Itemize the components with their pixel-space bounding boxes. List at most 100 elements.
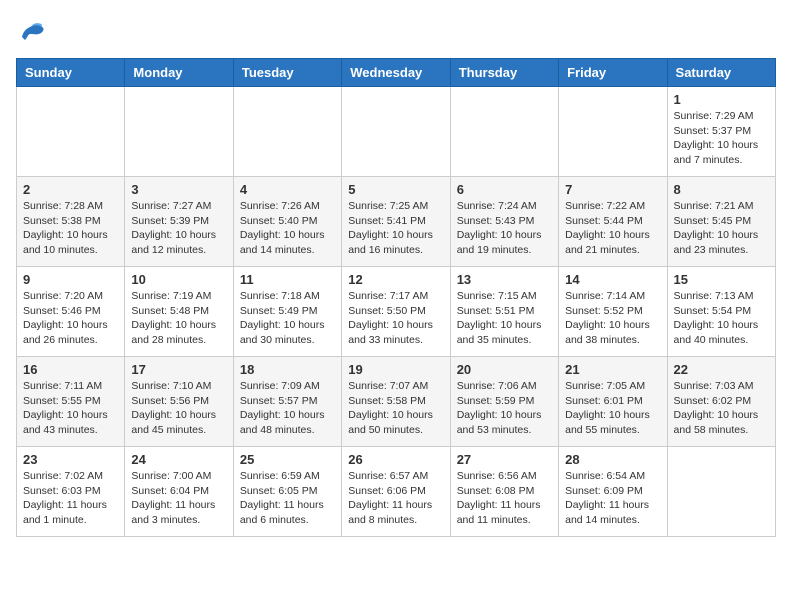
day-number: 13 <box>457 272 552 287</box>
day-cell <box>559 87 667 177</box>
day-info: Sunrise: 7:06 AM Sunset: 5:59 PM Dayligh… <box>457 379 552 438</box>
day-info: Sunrise: 6:59 AM Sunset: 6:05 PM Dayligh… <box>240 469 335 528</box>
day-info: Sunrise: 7:29 AM Sunset: 5:37 PM Dayligh… <box>674 109 769 168</box>
day-cell: 9 Sunrise: 7:20 AM Sunset: 5:46 PM Daylig… <box>17 267 125 357</box>
day-cell: 25Sunrise: 6:59 AM Sunset: 6:05 PM Dayli… <box>233 447 341 537</box>
day-number: 12 <box>348 272 443 287</box>
day-info: Sunrise: 6:54 AM Sunset: 6:09 PM Dayligh… <box>565 469 660 528</box>
day-info: Sunrise: 7:26 AM Sunset: 5:40 PM Dayligh… <box>240 199 335 258</box>
day-cell: 23 Sunrise: 7:02 AM Sunset: 6:03 PM Dayli… <box>17 447 125 537</box>
day-number: 23 <box>23 452 118 467</box>
day-info: Sunrise: 7:21 AM Sunset: 5:45 PM Dayligh… <box>674 199 769 258</box>
day-cell: 8 Sunrise: 7:21 AM Sunset: 5:45 PM Daylig… <box>667 177 775 267</box>
day-info: Sunrise: 7:07 AM Sunset: 5:58 PM Dayligh… <box>348 379 443 438</box>
calendar-table: SundayMondayTuesdayWednesdayThursdayFrid… <box>16 58 776 537</box>
day-cell <box>125 87 233 177</box>
day-info: Sunrise: 7:02 AM Sunset: 6:03 PM Dayligh… <box>23 469 118 528</box>
week-row-5: 23 Sunrise: 7:02 AM Sunset: 6:03 PM Dayli… <box>17 447 776 537</box>
day-cell: 5 Sunrise: 7:25 AM Sunset: 5:41 PM Daylig… <box>342 177 450 267</box>
day-number: 16 <box>23 362 118 377</box>
day-cell: 10 Sunrise: 7:19 AM Sunset: 5:48 PM Dayli… <box>125 267 233 357</box>
day-number: 14 <box>565 272 660 287</box>
day-number: 18 <box>240 362 335 377</box>
day-info: Sunrise: 7:05 AM Sunset: 6:01 PM Dayligh… <box>565 379 660 438</box>
week-row-2: 2 Sunrise: 7:28 AM Sunset: 5:38 PM Daylig… <box>17 177 776 267</box>
day-info: Sunrise: 7:20 AM Sunset: 5:46 PM Dayligh… <box>23 289 118 348</box>
day-cell: 22Sunrise: 7:03 AM Sunset: 6:02 PM Dayli… <box>667 357 775 447</box>
calendar-header-row: SundayMondayTuesdayWednesdayThursdayFrid… <box>17 59 776 87</box>
day-info: Sunrise: 7:10 AM Sunset: 5:56 PM Dayligh… <box>131 379 226 438</box>
day-cell: 1 Sunrise: 7:29 AM Sunset: 5:37 PM Daylig… <box>667 87 775 177</box>
day-info: Sunrise: 7:14 AM Sunset: 5:52 PM Dayligh… <box>565 289 660 348</box>
header-thursday: Thursday <box>450 59 558 87</box>
day-cell <box>667 447 775 537</box>
day-cell: 12 Sunrise: 7:17 AM Sunset: 5:50 PM Dayli… <box>342 267 450 357</box>
header-monday: Monday <box>125 59 233 87</box>
day-info: Sunrise: 7:22 AM Sunset: 5:44 PM Dayligh… <box>565 199 660 258</box>
day-cell: 24 Sunrise: 7:00 AM Sunset: 6:04 PM Dayli… <box>125 447 233 537</box>
day-number: 17 <box>131 362 226 377</box>
day-cell: 18Sunrise: 7:09 AM Sunset: 5:57 PM Dayli… <box>233 357 341 447</box>
day-info: Sunrise: 6:57 AM Sunset: 6:06 PM Dayligh… <box>348 469 443 528</box>
day-cell <box>17 87 125 177</box>
day-info: Sunrise: 6:56 AM Sunset: 6:08 PM Dayligh… <box>457 469 552 528</box>
day-cell: 15 Sunrise: 7:13 AM Sunset: 5:54 PM Dayli… <box>667 267 775 357</box>
logo <box>16 16 50 46</box>
day-info: Sunrise: 7:15 AM Sunset: 5:51 PM Dayligh… <box>457 289 552 348</box>
logo-icon <box>16 16 46 46</box>
day-cell: 21 Sunrise: 7:05 AM Sunset: 6:01 PM Dayli… <box>559 357 667 447</box>
day-cell: 16 Sunrise: 7:11 AM Sunset: 5:55 PM Dayli… <box>17 357 125 447</box>
day-info: Sunrise: 7:19 AM Sunset: 5:48 PM Dayligh… <box>131 289 226 348</box>
day-number: 6 <box>457 182 552 197</box>
day-info: Sunrise: 7:11 AM Sunset: 5:55 PM Dayligh… <box>23 379 118 438</box>
day-cell: 11 Sunrise: 7:18 AM Sunset: 5:49 PM Dayli… <box>233 267 341 357</box>
day-info: Sunrise: 7:24 AM Sunset: 5:43 PM Dayligh… <box>457 199 552 258</box>
day-number: 8 <box>674 182 769 197</box>
day-cell: 20 Sunrise: 7:06 AM Sunset: 5:59 PM Dayli… <box>450 357 558 447</box>
day-number: 26 <box>348 452 443 467</box>
day-info: Sunrise: 7:27 AM Sunset: 5:39 PM Dayligh… <box>131 199 226 258</box>
day-cell <box>450 87 558 177</box>
day-number: 21 <box>565 362 660 377</box>
day-cell: 14 Sunrise: 7:14 AM Sunset: 5:52 PM Dayli… <box>559 267 667 357</box>
day-number: 28 <box>565 452 660 467</box>
day-number: 7 <box>565 182 660 197</box>
day-number: 11 <box>240 272 335 287</box>
day-cell: 3Sunrise: 7:27 AM Sunset: 5:39 PM Daylig… <box>125 177 233 267</box>
week-row-3: 9 Sunrise: 7:20 AM Sunset: 5:46 PM Daylig… <box>17 267 776 357</box>
header-wednesday: Wednesday <box>342 59 450 87</box>
day-number: 5 <box>348 182 443 197</box>
day-cell: 27 Sunrise: 6:56 AM Sunset: 6:08 PM Dayli… <box>450 447 558 537</box>
day-number: 9 <box>23 272 118 287</box>
day-info: Sunrise: 7:00 AM Sunset: 6:04 PM Dayligh… <box>131 469 226 528</box>
day-number: 27 <box>457 452 552 467</box>
day-cell: 6 Sunrise: 7:24 AM Sunset: 5:43 PM Daylig… <box>450 177 558 267</box>
day-info: Sunrise: 7:17 AM Sunset: 5:50 PM Dayligh… <box>348 289 443 348</box>
day-number: 20 <box>457 362 552 377</box>
header-saturday: Saturday <box>667 59 775 87</box>
header-sunday: Sunday <box>17 59 125 87</box>
day-number: 24 <box>131 452 226 467</box>
day-cell: 26 Sunrise: 6:57 AM Sunset: 6:06 PM Dayli… <box>342 447 450 537</box>
header-tuesday: Tuesday <box>233 59 341 87</box>
day-info: Sunrise: 7:18 AM Sunset: 5:49 PM Dayligh… <box>240 289 335 348</box>
page-header <box>16 16 776 46</box>
day-cell: 4Sunrise: 7:26 AM Sunset: 5:40 PM Daylig… <box>233 177 341 267</box>
day-number: 19 <box>348 362 443 377</box>
day-number: 2 <box>23 182 118 197</box>
day-cell <box>233 87 341 177</box>
day-info: Sunrise: 7:25 AM Sunset: 5:41 PM Dayligh… <box>348 199 443 258</box>
week-row-4: 16 Sunrise: 7:11 AM Sunset: 5:55 PM Dayli… <box>17 357 776 447</box>
day-cell <box>342 87 450 177</box>
day-cell: 19 Sunrise: 7:07 AM Sunset: 5:58 PM Dayli… <box>342 357 450 447</box>
day-cell: 13 Sunrise: 7:15 AM Sunset: 5:51 PM Dayli… <box>450 267 558 357</box>
day-info: Sunrise: 7:13 AM Sunset: 5:54 PM Dayligh… <box>674 289 769 348</box>
day-info: Sunrise: 7:03 AM Sunset: 6:02 PM Dayligh… <box>674 379 769 438</box>
week-row-1: 1 Sunrise: 7:29 AM Sunset: 5:37 PM Daylig… <box>17 87 776 177</box>
day-number: 10 <box>131 272 226 287</box>
header-friday: Friday <box>559 59 667 87</box>
day-number: 1 <box>674 92 769 107</box>
day-number: 15 <box>674 272 769 287</box>
day-info: Sunrise: 7:28 AM Sunset: 5:38 PM Dayligh… <box>23 199 118 258</box>
day-cell: 28 Sunrise: 6:54 AM Sunset: 6:09 PM Dayli… <box>559 447 667 537</box>
